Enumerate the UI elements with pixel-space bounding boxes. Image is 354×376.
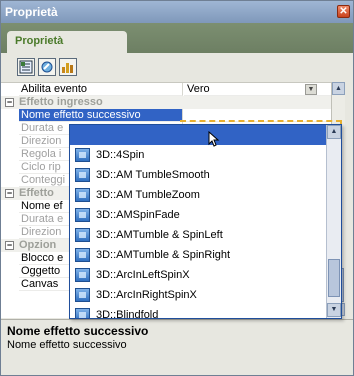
property-name: Abilita evento bbox=[19, 83, 183, 96]
effect-icon bbox=[75, 268, 90, 282]
list-item[interactable] bbox=[70, 125, 326, 145]
list-item[interactable]: 3D::ArcInRightSpinX bbox=[70, 285, 326, 305]
categorized-icon bbox=[19, 60, 33, 74]
list-item[interactable]: 3D::4Spin bbox=[70, 145, 326, 165]
effect-icon bbox=[75, 148, 90, 162]
list-item[interactable]: 3D::AMTumble & SpinLeft bbox=[70, 225, 326, 245]
category-label: Effetto ingresso bbox=[19, 96, 103, 108]
collapse-icon[interactable]: − bbox=[5, 98, 14, 107]
list-item-label: 3D::AM TumbleZoom bbox=[96, 189, 200, 201]
effect-icon bbox=[75, 228, 90, 242]
tab-properties-label: Proprietà bbox=[15, 35, 64, 47]
list-item[interactable]: 3D::ArcInLeftSpinX bbox=[70, 265, 326, 285]
mouse-cursor-icon bbox=[208, 131, 220, 147]
alphabetical-button[interactable] bbox=[59, 58, 77, 76]
events-button[interactable] bbox=[38, 58, 56, 76]
close-icon[interactable]: ✕ bbox=[337, 5, 350, 18]
category-row[interactable]: − Effetto ingresso bbox=[1, 96, 331, 109]
list-item-label: 3D::4Spin bbox=[96, 149, 145, 161]
scroll-thumb[interactable] bbox=[328, 259, 340, 297]
collapse-icon[interactable]: − bbox=[5, 189, 14, 198]
list-item[interactable]: 3D::AMSpinFade bbox=[70, 205, 326, 225]
scroll-up-icon[interactable]: ▲ bbox=[332, 82, 345, 95]
list-item-label: 3D::ArcInRightSpinX bbox=[96, 289, 197, 301]
list-item-label: 3D::AMSpinFade bbox=[96, 209, 180, 221]
effect-dropdown-list[interactable]: 3D::4Spin 3D::AM TumbleSmooth 3D::AM Tum… bbox=[69, 124, 342, 319]
description-panel: Nome effetto successivo Nome effetto suc… bbox=[1, 319, 353, 375]
property-name: Nome effetto successivo bbox=[19, 109, 183, 122]
effect-icon bbox=[75, 308, 90, 318]
effect-icon bbox=[75, 288, 90, 302]
effect-icon bbox=[75, 208, 90, 222]
effect-icon bbox=[75, 188, 90, 202]
list-item[interactable]: 3D::Blindfold bbox=[70, 305, 326, 318]
tab-strip: Proprietà bbox=[1, 23, 353, 53]
tab-properties[interactable]: Proprietà bbox=[7, 31, 127, 53]
effect-icon bbox=[75, 248, 90, 262]
category-label: Effetto bbox=[19, 187, 54, 199]
list-item[interactable]: 3D::AM TumbleSmooth bbox=[70, 165, 326, 185]
chevron-down-icon[interactable]: ▼ bbox=[305, 84, 317, 95]
list-item-label: 3D::Blindfold bbox=[96, 309, 159, 318]
list-item[interactable]: 3D::AMTumble & SpinRight bbox=[70, 245, 326, 265]
dropdown-items: 3D::4Spin 3D::AM TumbleSmooth 3D::AM Tum… bbox=[70, 125, 326, 318]
table-row[interactable]: Abilita evento Vero ▼ bbox=[1, 83, 331, 96]
list-item-label: 3D::AMTumble & SpinRight bbox=[96, 249, 231, 261]
category-label: Opzion bbox=[19, 239, 57, 251]
description-title: Nome effetto successivo bbox=[7, 324, 149, 338]
alphabetical-icon bbox=[62, 63, 73, 73]
categorized-button[interactable] bbox=[17, 58, 35, 76]
list-item-label: 3D::ArcInLeftSpinX bbox=[96, 269, 190, 281]
scroll-down-icon[interactable]: ▼ bbox=[327, 303, 341, 317]
dropdown-scrollbar[interactable]: ▲ ▼ bbox=[326, 125, 341, 318]
events-icon bbox=[41, 61, 53, 73]
effect-icon bbox=[75, 168, 90, 182]
scroll-up-icon[interactable]: ▲ bbox=[327, 125, 341, 139]
window-title: Proprietà bbox=[5, 5, 58, 19]
title-bar[interactable]: Proprietà ✕ bbox=[1, 1, 353, 23]
list-item-label: 3D::AMTumble & SpinLeft bbox=[96, 229, 223, 241]
description-text: Nome effetto successivo bbox=[7, 339, 127, 351]
toolbar bbox=[1, 53, 353, 81]
list-item-label: 3D::AM TumbleSmooth bbox=[96, 169, 210, 181]
list-item[interactable]: 3D::AM TumbleZoom bbox=[70, 185, 326, 205]
collapse-icon[interactable]: − bbox=[5, 241, 14, 250]
